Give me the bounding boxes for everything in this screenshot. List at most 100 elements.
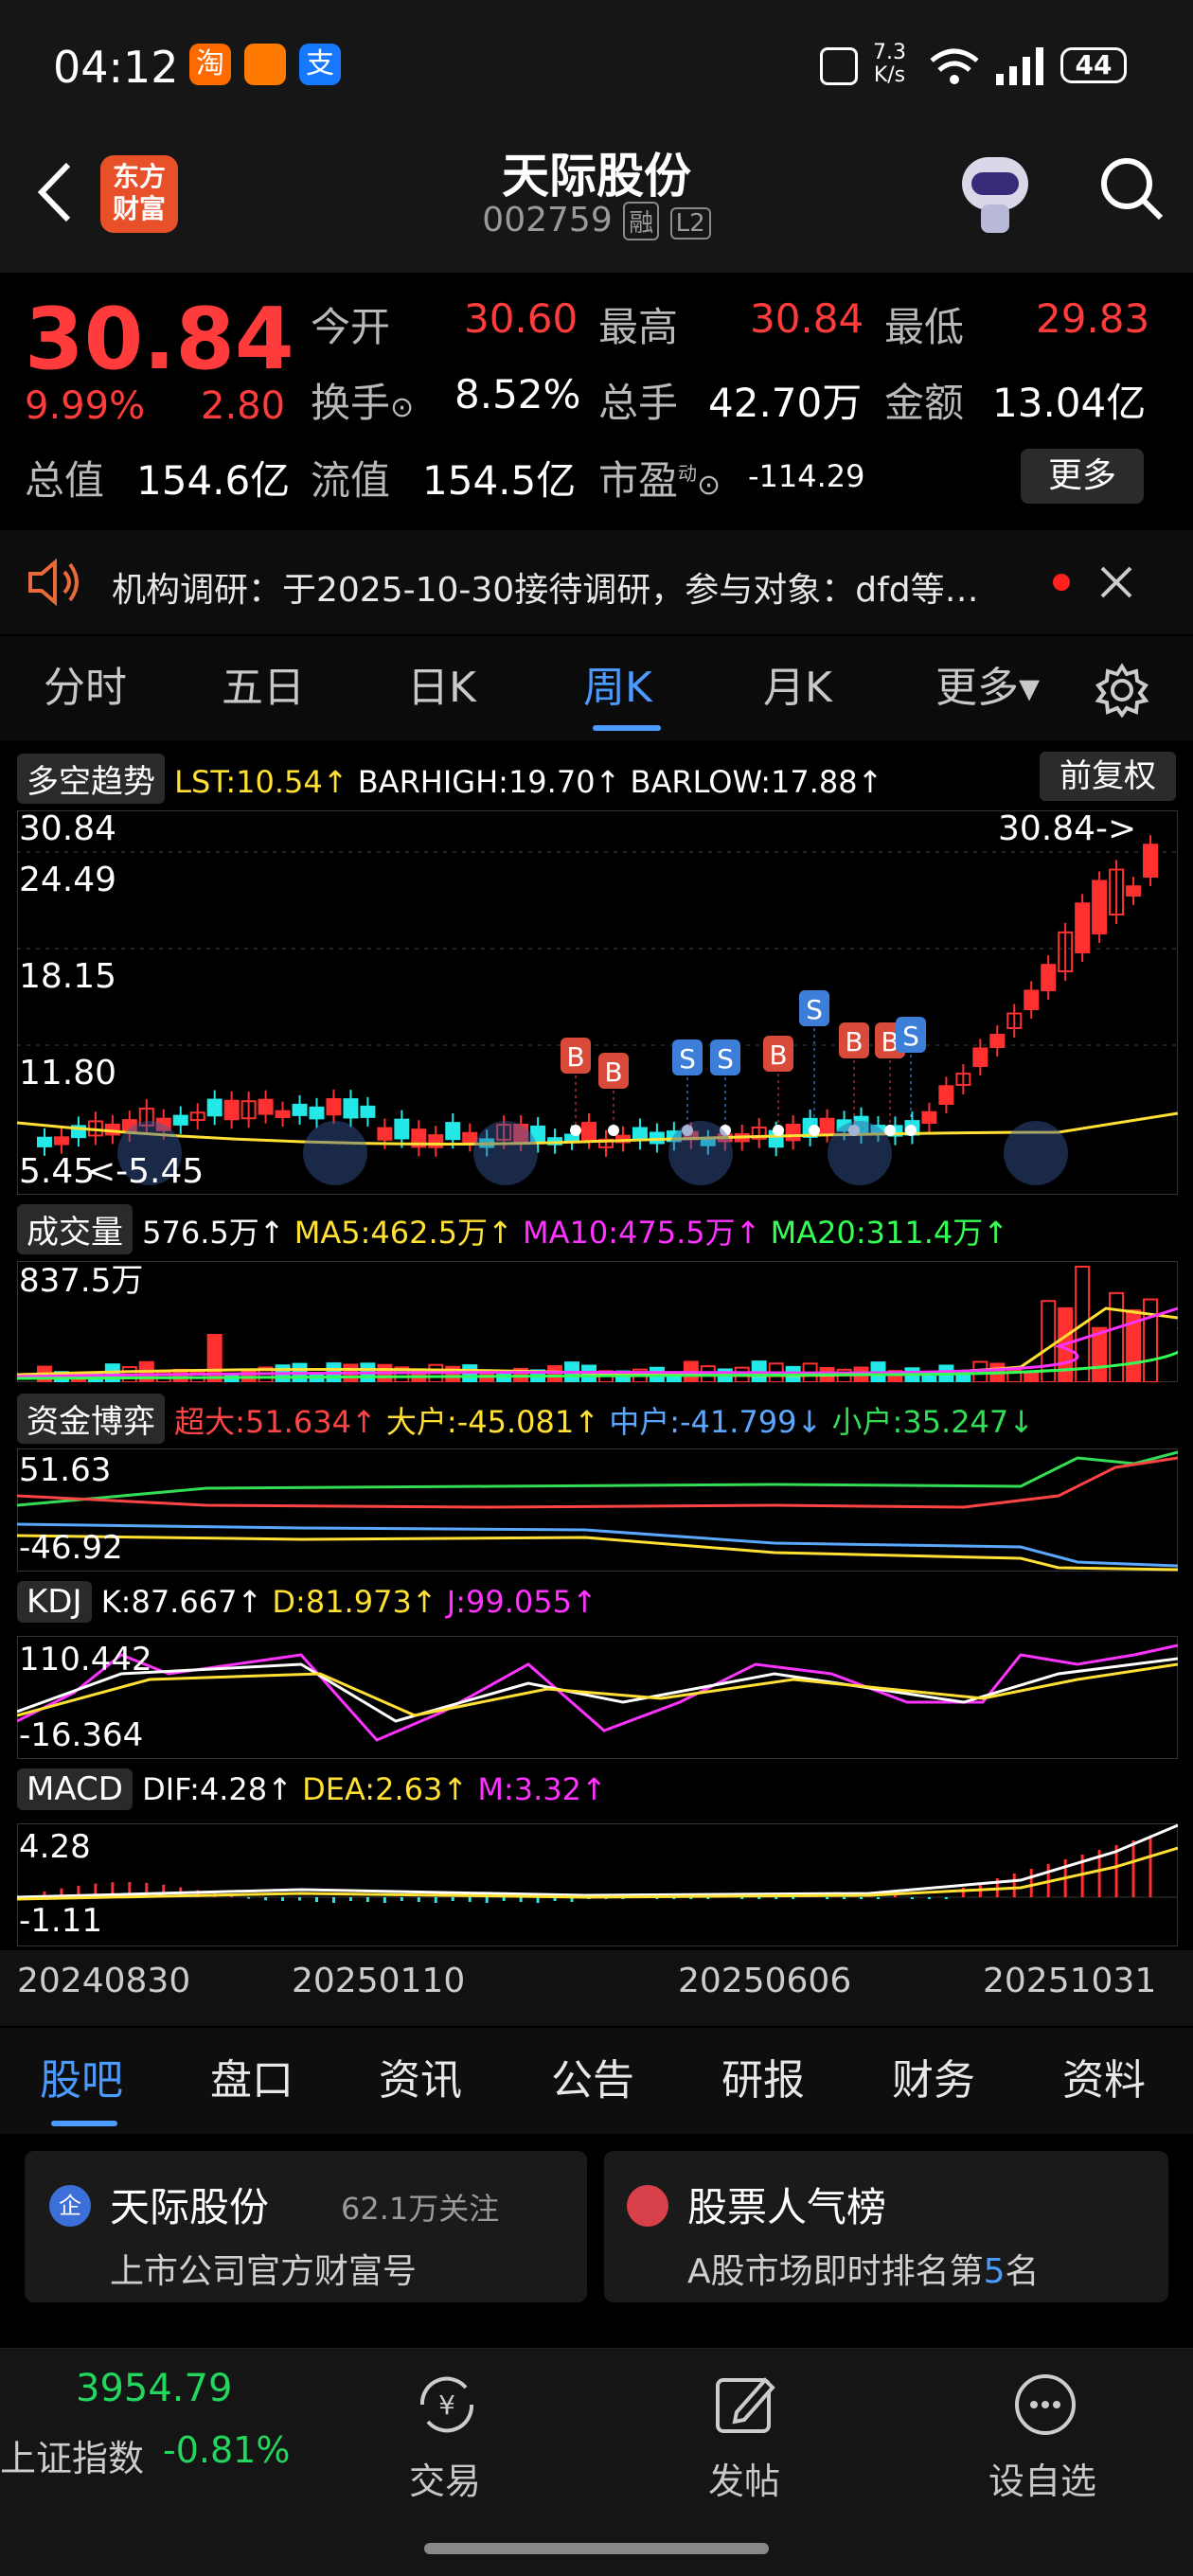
- tab-order-book[interactable]: 盘口: [210, 2028, 294, 2134]
- signal-label: B: [769, 1039, 787, 1071]
- index-change: -0.81%: [163, 2429, 291, 2471]
- turnover-value: 8.52%: [454, 371, 581, 417]
- mktcap-label: 总值: [25, 457, 105, 504]
- watchlist-label[interactable]: 设自选: [988, 2452, 1096, 2504]
- robot-assistant-icon[interactable]: [953, 148, 1038, 239]
- volume-value: 42.70万: [708, 380, 863, 426]
- capital-axis-max: 51.63: [19, 1451, 112, 1489]
- trade-label[interactable]: 交易: [409, 2452, 481, 2504]
- volume-chart[interactable]: [17, 1261, 1178, 1382]
- network-speed: 7.3 K/s: [873, 41, 906, 87]
- indicator-selector-kline[interactable]: 多空趋势: [17, 754, 165, 804]
- tab-five-day[interactable]: 五日: [222, 636, 305, 740]
- indicator-selector-kdj[interactable]: KDJ: [17, 1581, 92, 1623]
- kline-candle: [1143, 844, 1158, 878]
- pe-label[interactable]: 市盈动⊙: [598, 449, 721, 506]
- volume-ma5: MA5:462.5万↑: [294, 1215, 513, 1251]
- kline-chart[interactable]: B B S S BSB B S: [17, 810, 1178, 1195]
- capital-chart[interactable]: [17, 1448, 1178, 1572]
- indicator-selector-volume[interactable]: 成交量: [17, 1204, 133, 1254]
- kline-candle: [1041, 964, 1057, 991]
- notice-text: 机构调研：于2025-10-30接待调研，参与对象：dfd等…: [112, 571, 979, 610]
- tab-news[interactable]: 资讯: [379, 2028, 462, 2134]
- post-label[interactable]: 发帖: [708, 2452, 780, 2504]
- kline-axis-2: 24.49: [19, 861, 117, 899]
- low-value: 29.83: [1036, 295, 1150, 342]
- kline-candle: [292, 1103, 308, 1116]
- close-icon[interactable]: [1098, 564, 1134, 600]
- open-value: 30.60: [464, 295, 579, 342]
- company-card-title: 天际股份: [110, 2184, 270, 2230]
- volume-bar: [479, 1372, 495, 1382]
- gear-icon[interactable]: [1095, 663, 1149, 718]
- tab-announcements[interactable]: 公告: [551, 2028, 634, 2134]
- signal-label: B: [604, 1057, 622, 1088]
- tab-financials[interactable]: 财务: [892, 2028, 975, 2134]
- index-value[interactable]: 3954.79: [76, 2367, 232, 2410]
- tab-daily-k[interactable]: 日K: [407, 636, 476, 740]
- signal-dot: [773, 1125, 784, 1136]
- capital-small: 小户:35.247↓: [831, 1404, 1035, 1440]
- search-icon[interactable]: [1098, 155, 1166, 223]
- kdj-k: K:87.667↑: [100, 1584, 263, 1620]
- kdj-chart[interactable]: [17, 1636, 1178, 1759]
- kline-candle: [206, 1098, 223, 1117]
- macd-dif: DIF:4.28↑: [142, 1771, 293, 1807]
- amount-label: 金额: [884, 380, 965, 426]
- capital-medium: 中户:-41.799↓: [609, 1404, 823, 1440]
- signal-label: S: [806, 994, 823, 1025]
- popularity-ranking-card[interactable]: 股票人气榜 A股市场即时排名第5名: [604, 2151, 1168, 2302]
- volume-bar: [547, 1365, 563, 1382]
- more-options-icon[interactable]: [1007, 2367, 1083, 2443]
- tab-profile[interactable]: 资料: [1062, 2028, 1146, 2134]
- kline-lst: LST:10.54↑: [174, 764, 348, 800]
- compose-icon[interactable]: [708, 2367, 784, 2443]
- kline-axis-max: 30.84: [19, 809, 117, 848]
- volume-ma10: MA10:475.5万↑: [523, 1215, 761, 1251]
- turnover-label[interactable]: 换手⊙: [311, 371, 414, 429]
- kline-candle: [223, 1099, 240, 1121]
- indicator-selector-capital[interactable]: 资金博弈: [17, 1394, 165, 1444]
- company-card-followers: 62.1万关注: [341, 2191, 500, 2227]
- signal-label: S: [717, 1043, 734, 1075]
- macd-dea: DEA:2.63↑: [302, 1771, 469, 1807]
- date-label-1: 20240830: [17, 1962, 191, 2000]
- macd-axis-min: -1.11: [19, 1902, 102, 1940]
- more-button[interactable]: 更多: [1021, 449, 1144, 504]
- taobao-icon: 淘: [189, 44, 231, 85]
- index-name[interactable]: 上证指数: [0, 2429, 144, 2481]
- signal-label: B: [845, 1026, 863, 1057]
- kline-candle: [445, 1122, 461, 1141]
- kline-candle: [258, 1098, 274, 1115]
- company-account-card[interactable]: 企 天际股份 62.1万关注 上市公司官方财富号: [25, 2151, 587, 2302]
- kline-barlow: BARLOW:17.88↑: [630, 764, 883, 800]
- macd-axis-max: 4.28: [19, 1828, 91, 1866]
- indicator-selector-macd[interactable]: MACD: [17, 1768, 133, 1810]
- unread-dot: [1053, 574, 1070, 591]
- float-value: 154.5亿: [422, 457, 577, 504]
- date-label-3: 20250606: [678, 1962, 852, 2000]
- ranking-card-subtitle: A股市场即时排名第5名: [687, 2252, 1040, 2291]
- tab-monthly-k[interactable]: 月K: [763, 636, 832, 740]
- amount-value: 13.04亿: [992, 380, 1147, 426]
- macd-chart[interactable]: [17, 1823, 1178, 1946]
- ranking-card-title: 股票人气榜: [687, 2184, 887, 2230]
- trade-icon[interactable]: ¥: [409, 2367, 485, 2443]
- notice-bar[interactable]: 机构调研：于2025-10-30接待调研，参与对象：dfd等…: [0, 530, 1193, 634]
- mktcap-value: 154.6亿: [136, 457, 291, 504]
- wifi-icon: [930, 48, 979, 84]
- adjust-button[interactable]: 前复权: [1040, 752, 1176, 801]
- tab-more[interactable]: 更多▾: [935, 636, 1040, 740]
- tab-intraday[interactable]: 分时: [44, 636, 127, 740]
- kdj-axis-min: -16.364: [19, 1716, 144, 1754]
- volume-value: 576.5万↑: [142, 1215, 285, 1251]
- alibaba-1688-icon: [244, 44, 286, 85]
- kline-axis-3: 18.15: [19, 957, 117, 996]
- signal-dot: [905, 1125, 917, 1136]
- tab-forum[interactable]: 股吧: [40, 2028, 123, 2134]
- kline-axis-min: 5.45: [19, 1152, 96, 1191]
- change-percent: 9.99%: [25, 384, 146, 428]
- tab-research[interactable]: 研报: [721, 2028, 805, 2134]
- kline-candle: [1126, 885, 1142, 897]
- svg-text:¥: ¥: [438, 2389, 455, 2421]
